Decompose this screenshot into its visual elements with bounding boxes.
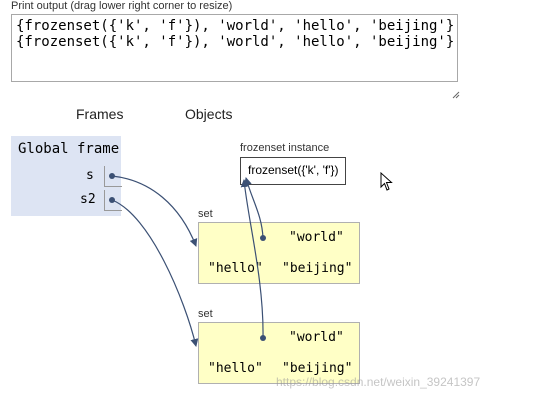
s2-pointer-dot [109,197,115,203]
set-2-to-frozenset-arrow [240,179,264,339]
s-pointer-dot [109,173,115,179]
reference-arrows [109,173,266,347]
mouse-cursor-icon [380,171,394,197]
set-1-to-frozenset-arrow [243,177,264,239]
set-2-frozenset-dot [260,335,266,341]
watermark: https://blog.csdn.net/weixin_39241397 [276,375,481,389]
set-1-frozenset-dot [260,235,266,241]
s-to-set-1-arrow [111,175,198,247]
